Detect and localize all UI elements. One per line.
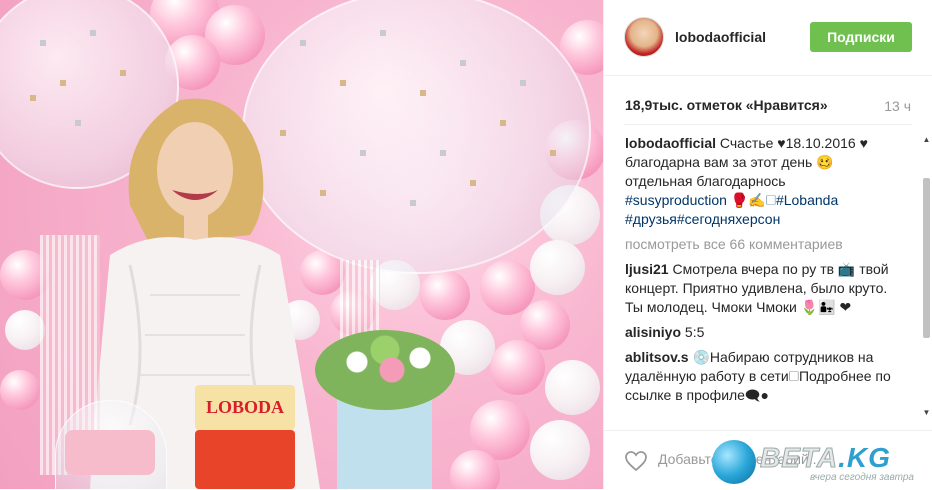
- post-sidebar: lobodaofficial Подписки 18,9тыс. отметок…: [603, 0, 932, 489]
- comment-item: ablitsov.s 💿Набираю сотрудников на удалё…: [625, 348, 893, 405]
- caption: lobodaofficial Счастье ♥18.10.2016 ♥ бла…: [625, 134, 893, 229]
- comment-username[interactable]: ljusi21: [625, 261, 669, 277]
- balloon: [0, 370, 40, 410]
- cake-topper-text: LOBODA: [205, 397, 284, 417]
- balloon: [490, 340, 545, 395]
- balloon: [420, 270, 470, 320]
- comment-username[interactable]: ablitsov.s: [625, 349, 689, 365]
- balloon: [5, 310, 45, 350]
- hashtag-link[interactable]: #друзья#сегодняхерсон: [625, 211, 780, 227]
- comments-scrollbar[interactable]: ▲ ▼: [921, 134, 932, 430]
- post-photo[interactable]: LOBODA: [0, 0, 603, 489]
- cake: LOBODA: [195, 385, 295, 489]
- watermark-brand-name: BETA: [759, 442, 839, 474]
- post-username[interactable]: lobodaofficial: [675, 29, 766, 45]
- comment-username[interactable]: alisiniyo: [625, 324, 681, 340]
- post-header: lobodaofficial Подписки: [604, 0, 932, 76]
- post-time[interactable]: 13 ч: [884, 98, 911, 114]
- watermark-tagline: вчера сегодня завтра: [810, 472, 914, 483]
- scrollbar-thumb[interactable]: [923, 178, 930, 338]
- pink-cake: [65, 430, 155, 475]
- comment-item: alisiniyo 5:5: [625, 323, 893, 342]
- comments-list: lobodaofficial Счастье ♥18.10.2016 ♥ бла…: [625, 134, 893, 411]
- avatar[interactable]: [624, 17, 664, 57]
- likes-count[interactable]: 18,9тыс. отметок «Нравится»: [625, 97, 828, 113]
- scroll-up-arrow-icon[interactable]: ▲: [921, 134, 932, 145]
- flower-box: [337, 400, 432, 489]
- comment-item: ljusi21 Смотрела вчера по ру тв 📺 твой к…: [625, 260, 893, 317]
- comment-text: 5:5: [684, 324, 705, 340]
- view-all-comments-link[interactable]: посмотреть все 66 комментариев: [625, 235, 893, 254]
- watermark-logo: BETA.KG вчера сегодня завтра: [712, 438, 932, 488]
- watermark-brand-suffix: .KG: [838, 442, 891, 473]
- flower-bouquet: [315, 330, 455, 410]
- balloon: [530, 420, 590, 480]
- divider: [624, 124, 912, 125]
- balloon: [530, 240, 585, 295]
- caption-emoji-tags[interactable]: 🥊✍️🗆#Lobanda: [731, 192, 838, 208]
- watermark-brand: BETA.KG: [759, 442, 891, 474]
- globe-icon: [712, 440, 756, 484]
- balloon: [545, 360, 600, 415]
- hashtag-link[interactable]: #susyproduction: [625, 192, 727, 208]
- follow-button[interactable]: Подписки: [810, 22, 912, 52]
- scroll-down-arrow-icon[interactable]: ▼: [921, 407, 932, 418]
- heart-outline-icon[interactable]: [624, 449, 648, 473]
- caption-username[interactable]: lobodaofficial: [625, 135, 716, 151]
